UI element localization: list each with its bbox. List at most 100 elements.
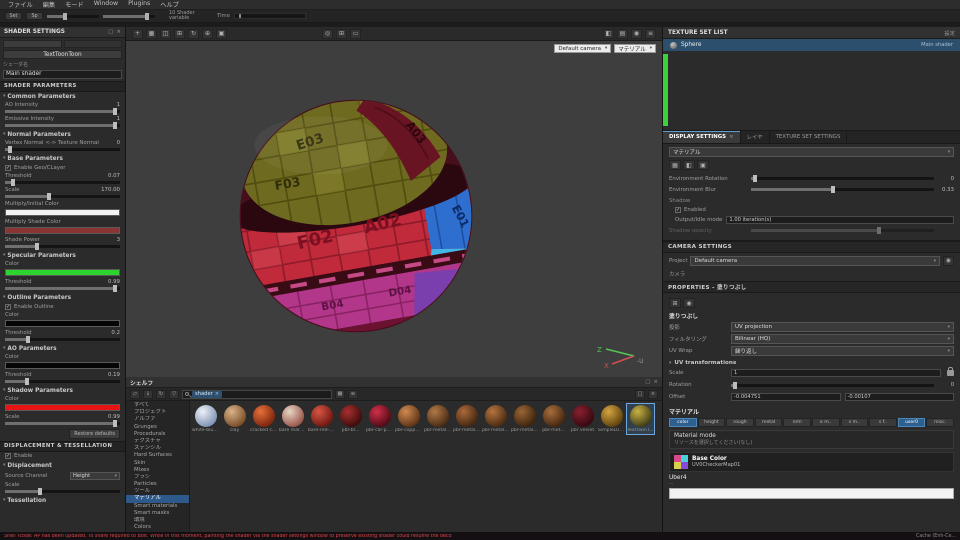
channel-button[interactable]: height xyxy=(697,418,726,427)
shelf-category[interactable]: Skin xyxy=(126,460,189,467)
camera-icon[interactable]: ◉ xyxy=(631,28,642,39)
shelf-thumbnail[interactable]: pbr-metal-r... xyxy=(453,404,480,434)
material-view-icon[interactable]: ▦ xyxy=(669,160,681,170)
color-swatch[interactable] xyxy=(5,226,120,234)
import-icon[interactable]: ↓ xyxy=(143,389,153,399)
shelf-thumbnail[interactable]: pbr-metal-c... xyxy=(424,404,451,434)
slider-track[interactable] xyxy=(5,121,120,129)
uv-scale-input[interactable]: 1 xyxy=(731,369,941,377)
filter-icon[interactable]: ▽ xyxy=(169,389,179,399)
quick-set-button[interactable]: Set xyxy=(5,12,22,20)
rotate-view-icon[interactable]: ↻ xyxy=(188,28,199,39)
uv-wrap-dropdown[interactable]: 繰り返し ▾ xyxy=(731,346,954,356)
dock-icon[interactable]: ▢ xyxy=(108,29,113,35)
viewport-mode-dropdown[interactable]: マテリアル ▾ xyxy=(614,44,656,53)
checkbox-icon[interactable]: ✓ xyxy=(5,304,11,310)
texture-set-item[interactable]: Sphere Main shader xyxy=(663,39,960,51)
display-filter-icon[interactable]: ▤ xyxy=(617,28,628,39)
environment-rotation-slider[interactable] xyxy=(751,175,934,182)
chip-close-icon[interactable]: × xyxy=(215,391,219,397)
slider-knob[interactable] xyxy=(35,242,40,250)
snap-grid-icon[interactable]: ▦ xyxy=(146,28,157,39)
color-swatch[interactable] xyxy=(5,208,120,216)
tab-display-settings[interactable]: DISPLAY SETTINGS × xyxy=(663,131,741,143)
slider-track[interactable] xyxy=(5,335,120,343)
shelf-thumbnail[interactable]: SimpleLUT20 xyxy=(598,404,625,434)
refresh-icon[interactable]: ↻ xyxy=(156,389,166,399)
filtering-dropdown[interactable]: Bilinear (HQ) ▾ xyxy=(731,334,954,344)
tab-texture-set-settings[interactable]: TEXTURE SET SETTINGS xyxy=(770,131,848,143)
dock-icon[interactable]: ▢ xyxy=(635,389,645,399)
slider-track[interactable] xyxy=(5,377,120,385)
shelf-thumbnail[interactable]: pbr-bl... xyxy=(337,404,364,434)
quick-sp-button[interactable]: Sp xyxy=(26,12,43,20)
menu-item[interactable]: ヘルプ xyxy=(155,0,184,9)
brush-size-slider[interactable] xyxy=(47,12,99,20)
shader-name-input[interactable] xyxy=(3,69,122,79)
slider-knob[interactable] xyxy=(113,284,118,292)
color-swatch[interactable] xyxy=(5,268,120,276)
shelf-thumbnail[interactable]: white-blue-... xyxy=(192,404,219,434)
uber-value-input[interactable] xyxy=(669,488,954,499)
slider-track[interactable] xyxy=(5,145,120,153)
folder-icon[interactable]: ▱ xyxy=(130,389,140,399)
shelf-thumbnail[interactable]: TextToonToon xyxy=(626,403,655,435)
viewport-3d[interactable]: E03 F03 A03 F02 A02 E01 B04 D04 Default … xyxy=(126,41,662,377)
checkbox-icon[interactable]: ✓ xyxy=(5,453,11,459)
slider-knob[interactable] xyxy=(113,107,118,115)
close-icon[interactable]: × xyxy=(648,389,658,399)
shelf-thumbnail[interactable]: bare marble xyxy=(279,404,306,434)
param-group-header[interactable]: ▾ AO Parameters xyxy=(0,344,125,354)
param-group-header[interactable]: ▾ Outline Parameters xyxy=(0,293,125,303)
shadow-opacity-slider[interactable] xyxy=(751,227,934,234)
orbit-icon[interactable]: ◎ xyxy=(322,28,333,39)
channel-button[interactable]: s m.. xyxy=(840,418,869,427)
channel-button[interactable]: e m.. xyxy=(811,418,840,427)
shelf-thumbnail[interactable]: pbr-metal-r... xyxy=(482,404,509,434)
shelf-category[interactable]: マテリアル xyxy=(126,495,189,503)
close-icon[interactable]: × xyxy=(729,134,734,140)
param-group-header[interactable]: ▾ Common Parameters xyxy=(0,92,125,102)
shelf-category[interactable]: アルファ xyxy=(126,416,189,423)
shelf-category[interactable]: Mixes xyxy=(126,467,189,474)
shelf-thumbnail[interactable]: bare-red-cl... xyxy=(308,404,335,434)
param-group-header[interactable]: ▾ Base Parameters xyxy=(0,154,125,164)
shelf-category[interactable]: ブラシ xyxy=(126,474,189,481)
slider-track[interactable] xyxy=(5,284,120,292)
menu-item[interactable]: Plugins xyxy=(123,0,155,9)
dropdown[interactable]: Height ▾ xyxy=(70,472,120,480)
base-color-resource-slot[interactable]: Base Color UV0CheckerMap01 xyxy=(669,452,954,472)
mesh-view-icon[interactable]: ▣ xyxy=(697,160,709,170)
shader-tab-left[interactable] xyxy=(3,40,62,48)
shelf-thumbnail[interactable]: pbr-car-paint xyxy=(366,404,393,434)
camera-sub-tab[interactable]: カメラ xyxy=(663,269,960,281)
slider-knob[interactable] xyxy=(46,192,51,200)
slider-knob[interactable] xyxy=(113,121,118,129)
shelf-category[interactable]: Procedurals xyxy=(126,431,189,438)
shelf-thumbnail[interactable]: cracked clay xyxy=(250,404,277,434)
view-mode-dropdown[interactable]: マテリアル ▾ xyxy=(669,147,954,157)
shelf-thumbnail[interactable]: pbr velvet xyxy=(569,404,596,434)
focus-icon[interactable]: ⊕ xyxy=(202,28,213,39)
shelf-category[interactable]: テクスチャ xyxy=(126,438,189,445)
shelf-search-input[interactable]: shader × xyxy=(182,389,332,399)
color-swatch[interactable] xyxy=(5,403,120,411)
menu-icon[interactable]: ≡ xyxy=(645,28,656,39)
timeline-track[interactable] xyxy=(233,13,306,19)
shelf-category[interactable]: プロジェクト xyxy=(126,409,189,416)
menu-item[interactable]: モード xyxy=(60,0,89,9)
restore-defaults-button[interactable]: Restore defaults xyxy=(69,428,120,439)
shelf-category[interactable]: Particles xyxy=(126,481,189,488)
idle-mode-input[interactable]: 1.00 iteration(s) xyxy=(726,215,954,224)
camera-options-button[interactable]: ◉ xyxy=(943,256,954,266)
list-view-icon[interactable]: ≡ xyxy=(348,389,358,399)
slider-knob[interactable] xyxy=(11,178,16,186)
shelf-thumbnail[interactable]: pbr-metal-s... xyxy=(511,404,538,434)
shelf-category[interactable]: 環境 xyxy=(126,517,189,524)
shelf-thumbnail[interactable]: pbr-met... xyxy=(540,404,567,434)
color-swatch[interactable] xyxy=(5,319,120,327)
shelf-thumbnail[interactable]: clay xyxy=(221,404,248,434)
uv-transformations-header[interactable]: ▾ UV transformations xyxy=(669,360,954,366)
render-mode-icon[interactable]: ▭ xyxy=(350,28,361,39)
channel-button[interactable]: rough xyxy=(726,418,754,427)
